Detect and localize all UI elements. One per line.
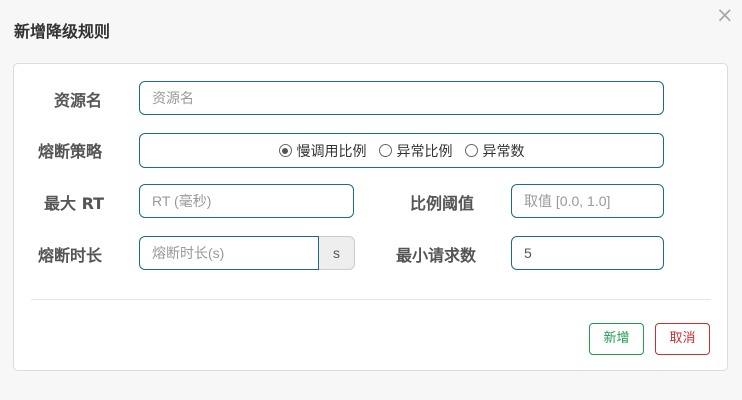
radio-slow-call-ratio[interactable]: 慢调用比例 (278, 141, 367, 161)
radio-error-ratio[interactable]: 异常比例 (378, 141, 453, 161)
strategy-radio-group: 慢调用比例 异常比例 异常数 (139, 133, 664, 168)
strategy-label: 熔断策略 (38, 142, 103, 161)
form-panel: 资源名 熔断策略 慢调用比例 异常比例 异常数 最大 RT 比例阈值 熔断时长 … (13, 63, 728, 371)
duration-label: 熔断时长 (38, 246, 103, 265)
duration-input[interactable] (139, 236, 319, 270)
max-rt-input[interactable] (139, 184, 354, 218)
close-icon[interactable]: × (716, 5, 734, 26)
duration-unit-addon: s (319, 236, 355, 270)
radio-label: 异常比例 (396, 143, 453, 160)
dialog-title: 新增降级规则 (14, 22, 111, 41)
radio-unchecked-icon[interactable] (378, 144, 392, 157)
radio-label: 异常数 (482, 143, 525, 160)
radio-error-count[interactable]: 异常数 (464, 141, 525, 161)
radio-checked-icon[interactable] (278, 144, 292, 157)
min-requests-input[interactable] (511, 236, 664, 270)
min-requests-label: 最小请求数 (396, 246, 477, 265)
resource-input[interactable] (139, 81, 664, 115)
divider (31, 299, 711, 300)
ratio-threshold-input[interactable] (511, 184, 664, 218)
max-rt-label: 最大 RT (44, 194, 105, 213)
ratio-threshold-label: 比例阈值 (410, 194, 475, 213)
cancel-button[interactable]: 取消 (655, 323, 710, 355)
radio-unchecked-icon[interactable] (464, 144, 478, 157)
add-button[interactable]: 新增 (589, 323, 644, 355)
radio-label: 慢调用比例 (296, 143, 367, 160)
resource-label: 资源名 (54, 91, 103, 110)
